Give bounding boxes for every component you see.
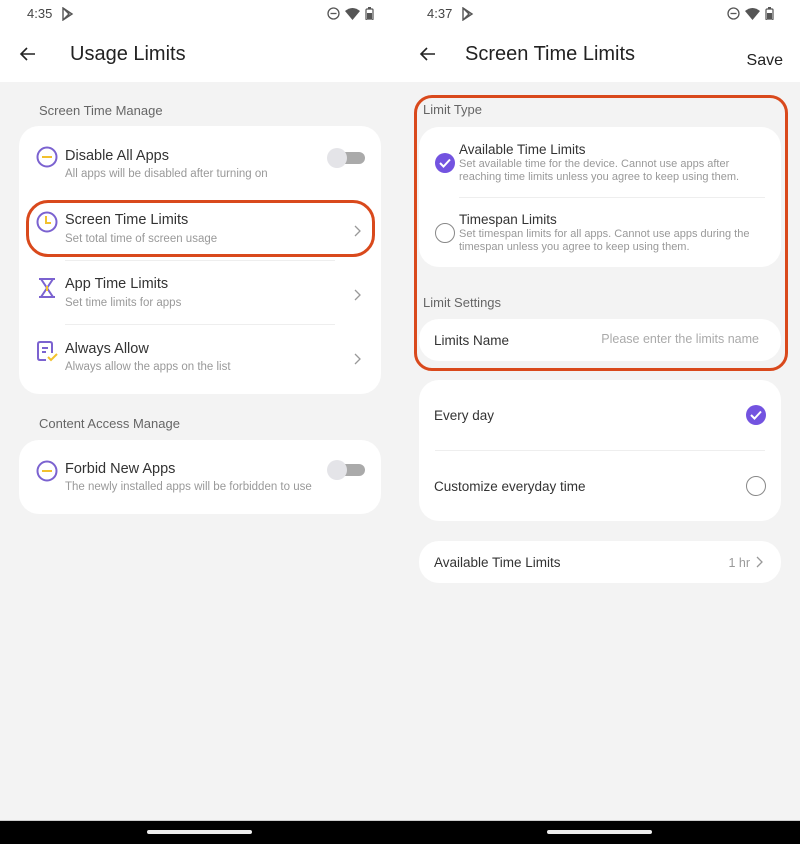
navigation-bar — [0, 820, 800, 844]
chevron-right-icon — [354, 289, 361, 301]
app-time-limits-row[interactable]: App Time Limits Set time limits for apps — [19, 262, 381, 324]
content-access-card: Forbid New Apps The newly installed apps… — [19, 440, 381, 514]
screen-time-limits-row[interactable]: Screen Time Limits Set total time of scr… — [19, 198, 381, 258]
battery-icon — [765, 7, 774, 20]
save-button[interactable]: Save — [747, 52, 783, 70]
radio-selected-icon[interactable] — [746, 405, 766, 425]
disable-all-apps-toggle[interactable] — [327, 148, 365, 168]
page-title: Screen Time Limits — [465, 43, 636, 65]
option-description: Set available time for the device. Canno… — [459, 158, 740, 183]
minus-circle-icon — [36, 146, 58, 168]
row-subtitle: The newly installed apps will be forbidd… — [65, 481, 312, 493]
home-gesture-handle[interactable] — [147, 830, 252, 834]
status-icons — [727, 7, 774, 20]
option-label: Customize everyday time — [434, 479, 586, 494]
dnd-icon — [327, 7, 340, 20]
option-label: Every day — [434, 408, 495, 423]
status-bar: 4:35 — [0, 0, 400, 30]
section-label-limit-settings: Limit Settings — [423, 295, 502, 310]
app-bar: Screen Time Limits Save — [400, 30, 800, 82]
divider — [65, 260, 335, 261]
status-icons — [327, 7, 374, 20]
limit-type-card: Available Time Limits Set available time… — [419, 127, 781, 267]
always-allow-row[interactable]: Always Allow Always allow the apps on th… — [19, 326, 381, 388]
screen-time-limits-screen: 4:37 Screen Time Limits Save Limit Type … — [400, 0, 800, 820]
dnd-icon — [727, 7, 740, 20]
option-title: Available Time Limits — [459, 142, 586, 157]
checklist-icon — [37, 341, 58, 362]
radio-unselected-icon[interactable] — [746, 476, 766, 496]
status-bar: 4:37 — [400, 0, 800, 30]
chevron-right-icon — [756, 556, 763, 568]
available-time-value: 1 hr — [728, 556, 750, 570]
hourglass-icon — [39, 278, 55, 298]
row-title: Always Allow — [65, 341, 149, 357]
row-subtitle: Always allow the apps on the list — [65, 361, 231, 373]
radio-selected-icon[interactable] — [435, 153, 455, 173]
play-store-icon — [462, 7, 474, 21]
row-title: Screen Time Limits — [65, 212, 189, 228]
forbid-new-apps-toggle[interactable] — [327, 460, 365, 480]
app-bar: Usage Limits — [0, 30, 400, 82]
option-title: Timespan Limits — [459, 212, 557, 227]
option-description: Set timespan limits for all apps. Cannot… — [459, 228, 750, 253]
schedule-option-customize[interactable]: Customize everyday time — [419, 451, 781, 521]
back-arrow-icon[interactable] — [18, 44, 38, 64]
wifi-icon — [745, 7, 760, 20]
usage-limits-screen: 4:35 Usage Limits Screen Time Manage Dis… — [0, 0, 400, 820]
limits-name-label: Limits Name — [434, 333, 510, 348]
back-arrow-icon[interactable] — [418, 44, 438, 64]
divider — [65, 324, 335, 325]
battery-icon — [365, 7, 374, 20]
available-time-limits-row[interactable]: Available Time Limits 1 hr — [419, 541, 781, 583]
limits-name-field-card: Limits Name — [419, 319, 781, 361]
section-label-screen-time: Screen Time Manage — [39, 103, 163, 118]
clock-icon — [36, 211, 58, 233]
row-title: Forbid New Apps — [65, 461, 176, 477]
row-subtitle: Set time limits for apps — [65, 297, 182, 309]
status-time: 4:37 — [427, 6, 453, 21]
available-time-label: Available Time Limits — [434, 555, 561, 570]
row-subtitle: All apps will be disabled after turning … — [65, 168, 268, 180]
home-gesture-handle[interactable] — [547, 830, 652, 834]
row-title: Disable All Apps — [65, 148, 169, 164]
forbid-new-apps-row[interactable]: Forbid New Apps The newly installed apps… — [19, 440, 381, 514]
chevron-right-icon — [354, 225, 361, 237]
limit-option-available-time[interactable]: Available Time Limits Set available time… — [419, 127, 781, 197]
status-time: 4:35 — [27, 6, 53, 21]
limit-option-timespan[interactable]: Timespan Limits Set timespan limits for … — [419, 198, 781, 267]
row-subtitle: Set total time of screen usage — [65, 233, 218, 245]
disable-all-apps-row[interactable]: Disable All Apps All apps will be disabl… — [19, 126, 381, 190]
schedule-option-every-day[interactable]: Every day — [419, 380, 781, 450]
screen-time-card: Disable All Apps All apps will be disabl… — [19, 126, 381, 394]
limits-name-input[interactable] — [579, 332, 759, 346]
play-store-icon — [62, 7, 74, 21]
row-title: App Time Limits — [65, 276, 169, 292]
wifi-icon — [345, 7, 360, 20]
chevron-right-icon — [354, 353, 361, 365]
minus-circle-icon — [36, 460, 58, 482]
section-label-limit-type: Limit Type — [423, 102, 483, 117]
section-label-content-access: Content Access Manage — [39, 416, 180, 431]
radio-unselected-icon[interactable] — [435, 223, 455, 243]
schedule-card: Every day Customize everyday time — [419, 380, 781, 521]
page-title: Usage Limits — [70, 43, 186, 65]
